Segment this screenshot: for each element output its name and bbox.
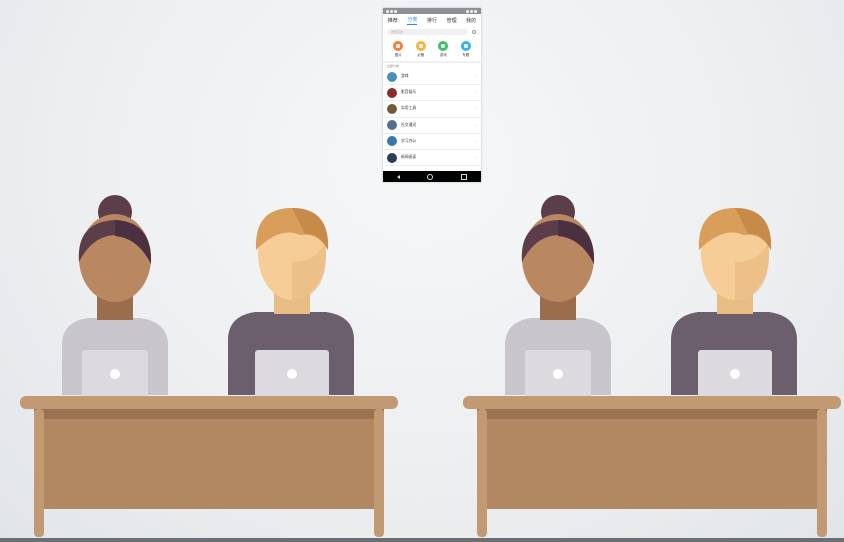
category-label: 游戏 xyxy=(439,53,447,57)
chevron-right-icon: › xyxy=(475,106,477,112)
star-icon xyxy=(415,41,426,51)
tab-category[interactable]: 分类 xyxy=(407,16,418,25)
desk-left xyxy=(20,396,398,537)
list-item-label: 影音娱乐 xyxy=(401,90,417,95)
category-item[interactable]: 游戏 xyxy=(438,41,449,58)
search-icon[interactable] xyxy=(471,29,477,35)
left-desk-group xyxy=(20,195,398,537)
top-tabs: 推荐 分类 排行 管理 我的 xyxy=(383,14,481,27)
list-item-label: 新闻阅读 xyxy=(401,155,417,160)
app-avatar xyxy=(387,87,397,98)
list-item-label: 学习办公 xyxy=(401,138,417,143)
android-nav-bar xyxy=(383,171,481,182)
category-list: 游戏 › 影音娱乐 › 实用工具 › 社交通讯 › 学习办公 › 新闻阅读 › xyxy=(383,69,481,167)
laptop-right-2 xyxy=(698,350,772,398)
laptop-left-1 xyxy=(82,350,148,398)
category-label: 必备 xyxy=(417,53,425,57)
chevron-right-icon: › xyxy=(475,155,477,161)
home-icon[interactable] xyxy=(427,173,434,180)
chevron-right-icon: › xyxy=(475,74,477,80)
list-item-label: 社交通讯 xyxy=(401,122,417,127)
list-item[interactable]: 社交通讯 › xyxy=(383,118,481,134)
list-item-label: 实用工具 xyxy=(401,106,417,111)
phone-screenshot: 推荐 分类 排行 管理 我的 搜索应用 图片 必备 游戏 专题 全部分类 游戏 xyxy=(383,8,481,182)
chevron-right-icon: › xyxy=(475,90,477,96)
category-item[interactable]: 必备 xyxy=(415,41,426,58)
floor-line xyxy=(0,538,844,542)
list-item[interactable]: 学习办公 › xyxy=(383,134,481,150)
search-bar: 搜索应用 xyxy=(387,29,477,35)
app-avatar xyxy=(387,136,397,147)
category-item[interactable]: 图片 xyxy=(393,41,404,58)
app-avatar xyxy=(387,103,397,114)
list-item[interactable]: 实用工具 › xyxy=(383,101,481,118)
category-label: 专题 xyxy=(462,53,470,57)
category-label: 图片 xyxy=(394,53,402,57)
list-item[interactable]: 游戏 › xyxy=(383,69,481,86)
tab-recommend[interactable]: 推荐 xyxy=(388,17,398,24)
tab-ranking[interactable]: 排行 xyxy=(427,17,437,24)
chevron-right-icon: › xyxy=(475,138,477,144)
search-input[interactable]: 搜索应用 xyxy=(387,29,468,35)
app-avatar xyxy=(387,71,397,82)
tab-mine[interactable]: 我的 xyxy=(466,17,476,24)
laptop-left-2 xyxy=(255,350,329,398)
recent-apps-icon[interactable] xyxy=(461,173,468,180)
game-icon xyxy=(438,41,449,51)
back-icon[interactable] xyxy=(396,174,400,179)
topic-icon xyxy=(460,41,471,51)
image-icon xyxy=(393,41,404,51)
list-item[interactable]: 影音娱乐 › xyxy=(383,85,481,102)
list-item-label: 游戏 xyxy=(401,74,409,79)
list-item[interactable]: 新闻阅读 › xyxy=(383,150,481,167)
desk-right xyxy=(463,396,841,537)
app-avatar xyxy=(387,120,397,131)
category-shortcuts: 图片 必备 游戏 专题 xyxy=(383,37,481,61)
chevron-right-icon: › xyxy=(475,122,477,128)
app-avatar xyxy=(387,152,397,163)
right-desk-group xyxy=(463,195,841,537)
laptop-right-1 xyxy=(525,350,591,398)
tab-manage[interactable]: 管理 xyxy=(447,17,457,24)
category-item[interactable]: 专题 xyxy=(460,41,471,58)
